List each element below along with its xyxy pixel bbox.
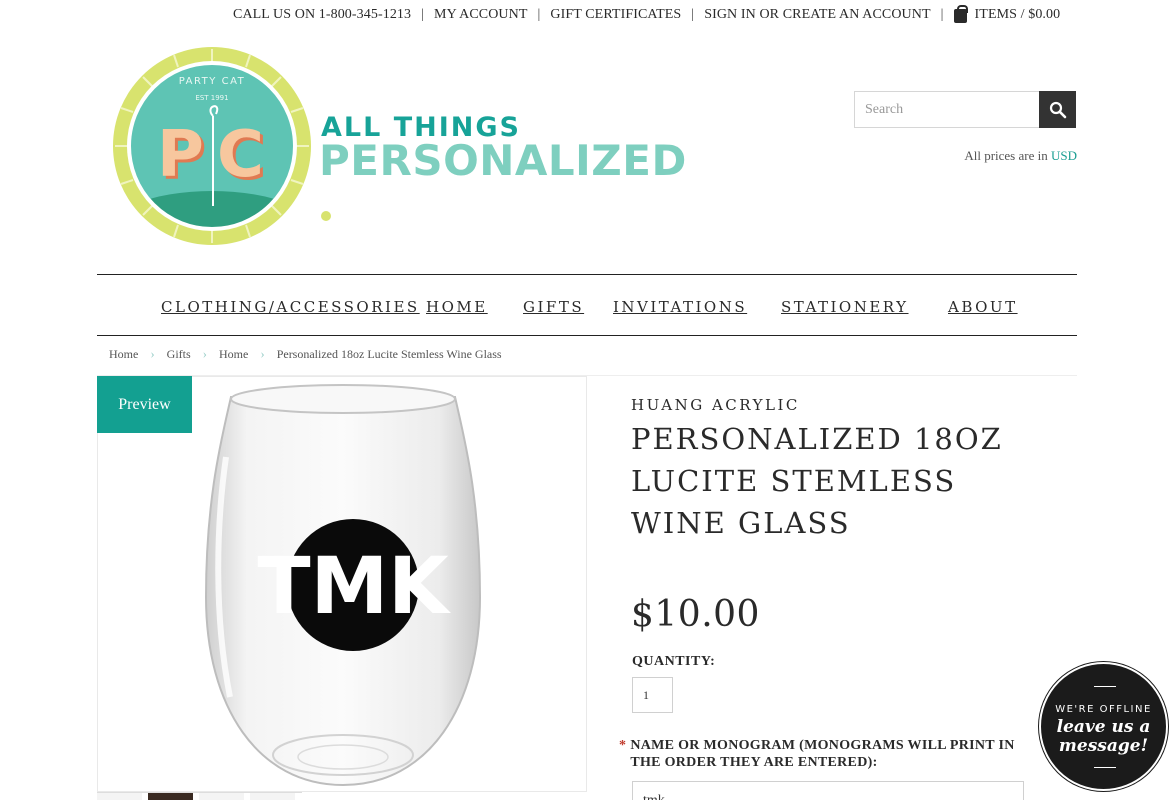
- cart-summary: ITEMS / $0.00: [974, 7, 1061, 22]
- breadcrumb-current: Personalized 18oz Lucite Stemless Wine G…: [276, 346, 502, 361]
- monogram-label-text: NAME OR MONOGRAM (MONOGRAMS WILL PRINT I…: [630, 738, 1015, 770]
- search-input[interactable]: [854, 91, 1039, 128]
- party-cat-badge-icon: PARTY CAT EST 1991 P P C C: [113, 47, 311, 245]
- monogram-field-label: * NAME OR MONOGRAM (MONOGRAMS WILL PRINT …: [619, 737, 1039, 771]
- gift-certificates-link[interactable]: GIFT CERTIFICATES: [550, 7, 681, 23]
- monogram-input[interactable]: [632, 781, 1024, 800]
- chat-message: leave us a message!: [1056, 717, 1151, 756]
- thumbnail[interactable]: [148, 793, 193, 800]
- nav-item-gifts[interactable]: GIFTS: [523, 298, 584, 316]
- svg-text:PARTY CAT: PARTY CAT: [179, 76, 246, 87]
- currency-note: All prices are in USD: [853, 148, 1077, 164]
- sign-in-link[interactable]: SIGN IN OR CREATE AN ACCOUNT: [704, 7, 930, 23]
- divider: [1094, 767, 1116, 768]
- logo-wordmark-text: PERSONALIZED: [319, 136, 687, 185]
- quantity-label: QUANTITY:: [632, 654, 716, 669]
- thumbnail[interactable]: [97, 793, 142, 800]
- svg-text:C: C: [217, 118, 264, 192]
- divider: |: [421, 7, 425, 22]
- chevron-right-icon: ›: [150, 346, 155, 361]
- breadcrumb: Home › Gifts › Home › Personalized 18oz …: [109, 346, 502, 362]
- product-brand[interactable]: HUANG ACRYLIC: [631, 396, 800, 414]
- nav-item-invitations[interactable]: INVITATIONS: [613, 298, 747, 316]
- search-button[interactable]: [1039, 91, 1076, 128]
- required-marker: *: [619, 738, 627, 753]
- search-bar: [854, 91, 1076, 128]
- divider: [1094, 686, 1116, 687]
- divider: |: [940, 7, 944, 22]
- quantity-field[interactable]: [632, 677, 673, 713]
- nav-item-home[interactable]: HOME: [426, 298, 488, 316]
- offline-chat-button[interactable]: WE'RE OFFLINE leave us a message!: [1039, 662, 1168, 791]
- thumbnail-strip: [97, 792, 302, 800]
- thumbnail[interactable]: [250, 793, 295, 800]
- logo-dot: [321, 211, 331, 221]
- breadcrumb-home[interactable]: Home: [109, 347, 138, 362]
- svg-text:EST 1991: EST 1991: [195, 94, 228, 102]
- nav-item-clothing-accessories[interactable]: CLOTHING/ACCESSORIES: [161, 298, 420, 316]
- logo-wordmark: PERSONALIZED: [319, 138, 687, 230]
- nav-item-about[interactable]: ABOUT: [948, 298, 1018, 316]
- shopping-bag-icon: [953, 5, 968, 23]
- product-image[interactable]: TMK: [97, 376, 587, 792]
- divider: |: [691, 7, 695, 22]
- currency-label: All prices are in: [964, 148, 1048, 163]
- svg-text:P: P: [157, 118, 204, 192]
- chevron-right-icon: ›: [260, 346, 265, 361]
- search-icon: [1049, 101, 1066, 118]
- chat-status: WE'RE OFFLINE: [1055, 704, 1152, 715]
- divider: |: [537, 7, 541, 22]
- store-logo[interactable]: PARTY CAT EST 1991 P P C C ALL THINGS PE…: [112, 46, 686, 246]
- nav-item-stationery[interactable]: STATIONERY: [781, 298, 909, 316]
- breadcrumb-home-category[interactable]: Home: [219, 347, 248, 362]
- breadcrumb-gifts[interactable]: Gifts: [167, 347, 191, 362]
- preview-badge[interactable]: Preview: [97, 376, 192, 433]
- currency-link[interactable]: USD: [1051, 148, 1077, 163]
- top-utility-bar: CALL US ON 1-800-345-1213 | MY ACCOUNT |…: [233, 5, 1060, 25]
- monogram-text: TMK: [257, 542, 451, 632]
- product-price: $10.00: [631, 594, 760, 635]
- thumbnail[interactable]: [199, 793, 244, 800]
- phone-number: CALL US ON 1-800-345-1213: [233, 7, 412, 22]
- cart-link[interactable]: ITEMS / $0.00: [953, 5, 1061, 23]
- wine-glass-image: TMK: [204, 384, 482, 787]
- product-title: PERSONALIZED 18OZ LUCITE STEMLESS WINE G…: [631, 422, 1003, 540]
- chevron-right-icon: ›: [202, 346, 208, 361]
- my-account-link[interactable]: MY ACCOUNT: [434, 7, 527, 23]
- main-navigation: CLOTHING/ACCESSORIES HOME GIFTS INVITATI…: [97, 274, 1077, 336]
